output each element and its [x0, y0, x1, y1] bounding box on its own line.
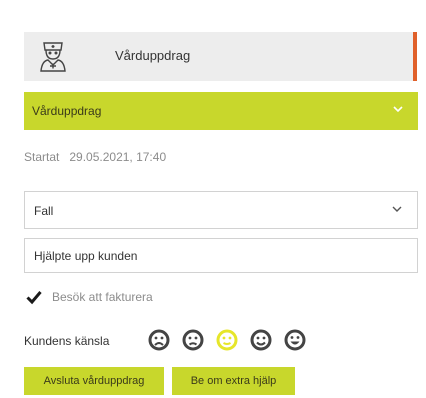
- chevron-down-icon: [393, 106, 403, 113]
- end-care-task-button[interactable]: Avsluta vårduppdrag: [24, 367, 164, 395]
- customer-feeling-row: Kundens känsla: [24, 328, 364, 354]
- reason-selected: Fall: [34, 204, 54, 218]
- care-task-header: Vårduppdrag: [24, 32, 417, 81]
- customer-feeling-label: Kundens känsla: [24, 334, 110, 348]
- happy-face-icon[interactable]: [250, 329, 272, 351]
- started-value: 29.05.2021, 17:40: [69, 150, 167, 164]
- task-type-dropdown[interactable]: Vårduppdrag: [24, 92, 418, 130]
- very-happy-face-icon[interactable]: [284, 329, 306, 351]
- care-task-panel: Vårduppdrag Vårduppdrag Startat 29.05.202…: [0, 0, 426, 398]
- note-input[interactable]: [24, 238, 418, 273]
- neutral-face-icon[interactable]: [216, 329, 238, 351]
- reason-select[interactable]: Fall: [24, 191, 418, 229]
- chevron-down-icon: [392, 206, 402, 212]
- invoice-checkbox-label: Besök att fakturera: [52, 290, 153, 304]
- sad-face-icon[interactable]: [182, 329, 204, 351]
- started-label: Startat: [24, 150, 60, 164]
- task-type-selected: Vårduppdrag: [32, 104, 102, 118]
- request-extra-help-button[interactable]: Be om extra hjälp: [172, 367, 295, 395]
- started-row: Startat 29.05.2021, 17:40: [24, 150, 166, 164]
- nurse-icon: [40, 42, 66, 72]
- very-sad-face-icon[interactable]: [148, 329, 170, 351]
- header-title: Vårduppdrag: [115, 48, 191, 63]
- checkmark-icon[interactable]: [26, 289, 42, 305]
